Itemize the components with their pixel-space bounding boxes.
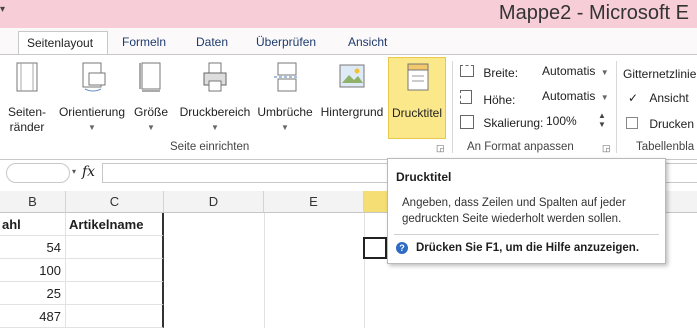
tooltip-divider — [394, 234, 659, 235]
drucken-checkbox[interactable]: Drucken — [626, 117, 694, 131]
gitternetzlinien-label: Gitternetzlinie — [623, 67, 697, 81]
tooltip-help-text: Drücken Sie F1, um die Hilfe anzuzeigen. — [416, 242, 640, 254]
breite-label: Breite: — [483, 66, 519, 80]
druckbereich-label: Druckbereich — [179, 105, 251, 119]
umbrueche-button[interactable]: Umbrüche ▼ — [255, 61, 315, 135]
dialog-launcher-icon[interactable]: ◲ — [602, 143, 611, 154]
cell-b-header[interactable]: ahl — [0, 213, 66, 236]
page-break-icon — [274, 62, 298, 92]
function-icon[interactable]: fx — [82, 164, 95, 180]
chevron-down-icon[interactable]: ▾ — [72, 167, 76, 176]
chevron-down-icon: ▼ — [600, 68, 609, 77]
tooltip-title: Drucktitel — [396, 170, 452, 184]
column-header-b[interactable]: B — [0, 191, 66, 213]
column-header-e[interactable]: E — [264, 191, 364, 213]
printer-icon — [203, 62, 227, 92]
height-icon — [460, 90, 472, 104]
dialog-launcher-icon[interactable]: ◲ — [436, 143, 445, 154]
cell-c-value[interactable] — [66, 282, 164, 305]
groesse-button[interactable]: Größe ▼ — [130, 61, 172, 135]
tooltip-body-line-2: gedruckten Seite wiederholt werden solle… — [402, 213, 622, 225]
hintergrund-label: Hintergrund — [320, 105, 384, 119]
tab-daten[interactable]: Daten — [188, 31, 236, 55]
title-bar: ▾ Mappe2 - Microsoft E — [0, 0, 697, 28]
column-header-f[interactable] — [364, 191, 388, 213]
cell-b-value[interactable]: 25 — [0, 282, 66, 305]
chevron-down-icon: ▼ — [600, 93, 609, 102]
cell-c-header[interactable]: Artikelname — [66, 213, 164, 236]
group-label-format-anpassen: An Format anpassen — [467, 141, 574, 153]
background-image-icon — [339, 64, 365, 88]
hoehe-value: Automatis — [542, 89, 596, 103]
tooltip-body-line-1: Angeben, dass Zeilen und Spalten auf jed… — [402, 197, 626, 209]
hoehe-label: Höhe: — [483, 93, 516, 107]
margins-icon — [16, 62, 38, 92]
checkbox-box — [626, 117, 638, 129]
group-label-seite-einrichten: Seite einrichten — [170, 141, 250, 153]
quick-access-dropdown[interactable]: ▾ — [0, 4, 5, 15]
tab-ansicht[interactable]: Ansicht — [340, 31, 395, 55]
seitenraender-label-1: Seiten- — [7, 105, 47, 119]
window-title: Mappe2 - Microsoft E — [498, 2, 689, 24]
group-label-tabellenblatt: Tabellenbla — [636, 141, 695, 153]
cell-b-value[interactable]: 487 — [0, 305, 66, 328]
print-titles-icon — [407, 63, 429, 91]
skalierung-spinner[interactable]: 100% ▲ ▼ — [546, 111, 610, 129]
tab-seitenlayout[interactable]: Seitenlayout — [18, 31, 108, 55]
breite-select[interactable]: Automatis ▼ — [542, 64, 612, 78]
ribbon-tab-bar: Seitenlayout Formeln Daten Überprüfen An… — [0, 28, 697, 55]
ribbon: Seiten- ränder Orientierung ▼ Größe ▼ Dr… — [0, 54, 697, 160]
hoehe-row: Höhe: — [460, 90, 515, 107]
chevron-down-icon: ▼ — [281, 123, 289, 132]
chevron-down-icon: ▼ — [211, 123, 219, 132]
column-header-d[interactable]: D — [164, 191, 264, 213]
drucken-checkbox-label: Drucken — [649, 117, 695, 131]
group-separator — [452, 61, 453, 153]
spinner-arrows-icon[interactable]: ▲ ▼ — [598, 111, 606, 129]
tooltip-drucktitel: Drucktitel Angeben, dass Zeilen und Spal… — [387, 158, 666, 264]
drucktitel-button[interactable]: Drucktitel — [388, 57, 446, 139]
gridline — [264, 213, 265, 328]
ansicht-checkbox-label: Ansicht — [649, 91, 689, 105]
cell-b-value[interactable]: 100 — [0, 259, 66, 282]
breite-value: Automatis — [542, 64, 596, 78]
column-header-c[interactable]: C — [66, 191, 164, 213]
drucktitel-label: Drucktitel — [391, 106, 442, 120]
umbrueche-label: Umbrüche — [257, 105, 313, 119]
cell-c-value[interactable] — [66, 305, 164, 328]
orientierung-button[interactable]: Orientierung ▼ — [56, 61, 128, 135]
hoehe-select[interactable]: Automatis ▼ — [542, 89, 612, 103]
ansicht-checkbox[interactable]: ✓ Ansicht — [628, 91, 689, 105]
seitenraender-label-2: ränder — [9, 120, 45, 134]
name-box[interactable] — [6, 163, 70, 183]
druckbereich-button[interactable]: Druckbereich ▼ — [176, 61, 254, 135]
cell-c-value[interactable] — [66, 259, 164, 282]
gridline — [364, 213, 365, 328]
help-icon: ? — [396, 242, 408, 254]
chevron-down-icon: ▼ — [147, 123, 155, 132]
hintergrund-button[interactable]: Hintergrund — [316, 61, 388, 120]
breite-row: Breite: — [460, 65, 518, 80]
skalierung-value: 100% — [546, 114, 577, 128]
width-icon — [460, 65, 474, 77]
orientation-icon — [82, 62, 106, 92]
group-separator — [616, 61, 617, 153]
skalierung-label: Skalierung: — [483, 116, 544, 130]
groesse-label: Größe — [133, 105, 168, 119]
cell-c-value[interactable] — [66, 236, 164, 259]
skalierung-row: Skalierung: — [460, 115, 543, 130]
orientierung-label: Orientierung — [58, 105, 126, 119]
chevron-down-icon: ▼ — [88, 123, 96, 132]
checkmark-icon: ✓ — [628, 91, 639, 105]
tab-formeln[interactable]: Formeln — [114, 31, 174, 55]
tab-ueberpruefen[interactable]: Überprüfen — [248, 31, 324, 55]
scale-icon — [460, 115, 474, 129]
page-size-icon — [139, 62, 161, 92]
seitenraender-button[interactable]: Seiten- ränder — [2, 61, 52, 135]
cell-b-value[interactable]: 54 — [0, 236, 66, 259]
active-cell[interactable] — [363, 237, 387, 259]
